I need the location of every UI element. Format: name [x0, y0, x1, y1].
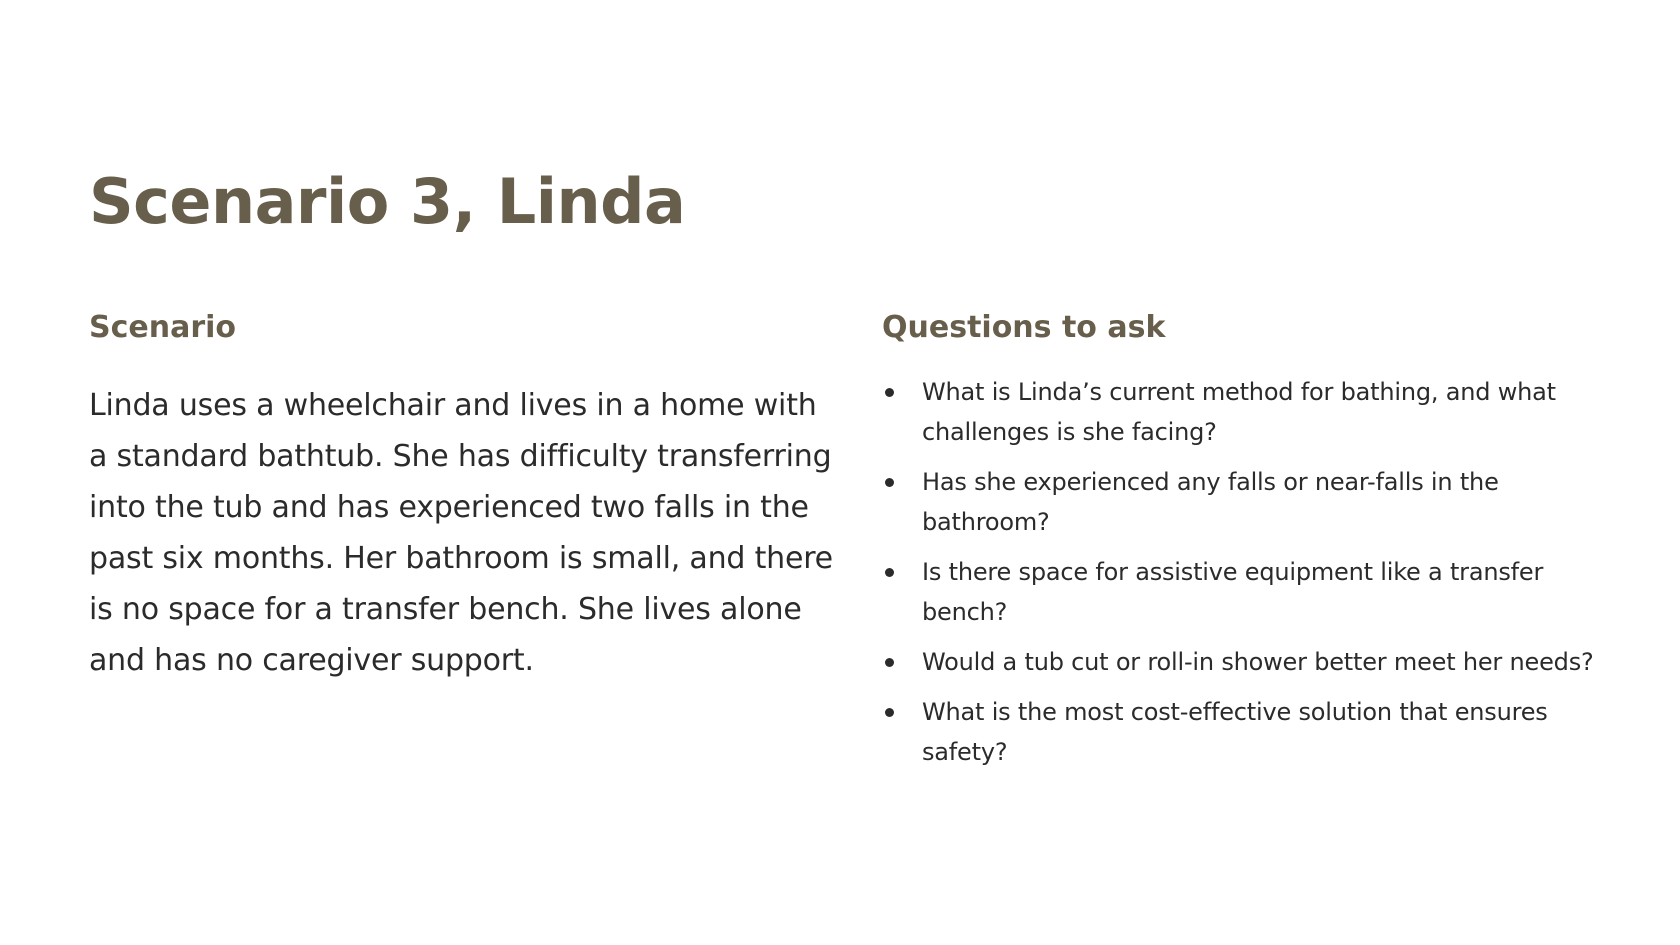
- question-item: What is Linda’s current method for bathi…: [882, 372, 1602, 452]
- scenario-section: Scenario Linda uses a wheelchair and liv…: [89, 310, 834, 686]
- question-text: Is there space for assistive equipment l…: [922, 558, 1544, 626]
- questions-section: Questions to ask What is Linda’s current…: [882, 310, 1602, 782]
- question-text: What is Linda’s current method for bathi…: [922, 378, 1556, 446]
- question-item: Has she experienced any falls or near-fa…: [882, 462, 1602, 542]
- bullet-icon: [885, 388, 894, 397]
- question-text: Would a tub cut or roll-in shower better…: [922, 648, 1594, 676]
- question-text: Has she experienced any falls or near-fa…: [922, 468, 1499, 536]
- question-item: Is there space for assistive equipment l…: [882, 552, 1602, 632]
- questions-list: What is Linda’s current method for bathi…: [882, 372, 1602, 772]
- scenario-text: Linda uses a wheelchair and lives in a h…: [89, 388, 833, 678]
- bullet-icon: [885, 478, 894, 487]
- bullet-icon: [885, 708, 894, 717]
- bullet-icon: [885, 568, 894, 577]
- question-text: What is the most cost-effective solution…: [922, 698, 1548, 766]
- slide: Scenario 3, Linda Scenario Linda uses a …: [0, 0, 1680, 945]
- questions-heading: Questions to ask: [882, 310, 1166, 345]
- question-item: What is the most cost-effective solution…: [882, 692, 1602, 772]
- scenario-heading: Scenario: [89, 310, 237, 345]
- question-item: Would a tub cut or roll-in shower better…: [882, 642, 1602, 682]
- bullet-icon: [885, 658, 894, 667]
- slide-title: Scenario 3, Linda: [89, 165, 686, 238]
